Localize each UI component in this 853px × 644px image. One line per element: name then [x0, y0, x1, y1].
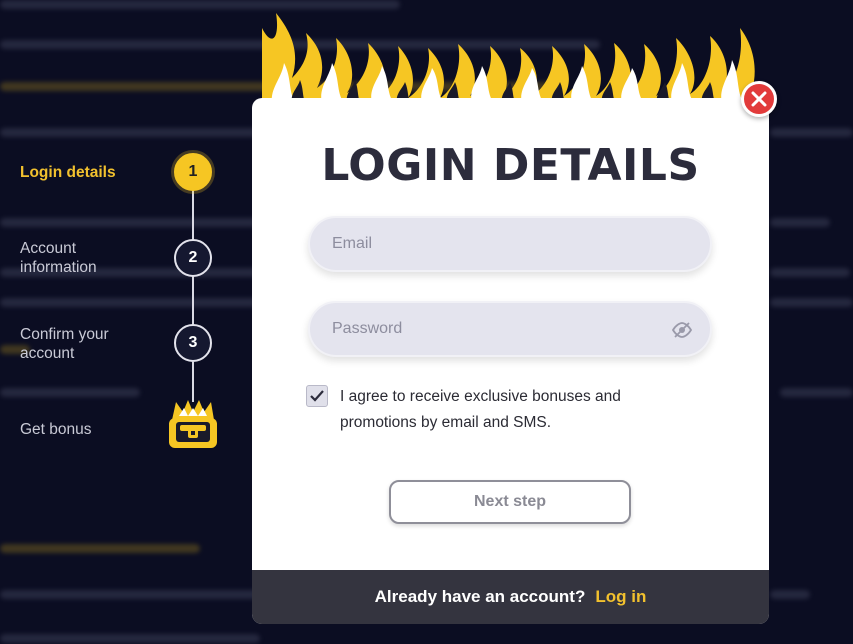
step-number-2: 2	[174, 239, 212, 277]
next-step-button[interactable]: Next step	[389, 480, 631, 524]
eye-slash-icon[interactable]	[672, 321, 692, 339]
login-link[interactable]: Log in	[595, 587, 646, 607]
stepper-line	[192, 276, 194, 326]
password-field-wrapper	[308, 301, 712, 357]
step-number-1: 1	[174, 153, 212, 191]
consent-label: I agree to receive exclusive bonuses and…	[340, 388, 621, 431]
modal-title: LOGIN DETAILS	[321, 140, 700, 191]
consent-checkbox[interactable]	[306, 385, 328, 407]
login-modal: LOGIN DETAILS I agree to receive exclusi…	[252, 98, 769, 624]
step-number-3: 3	[174, 324, 212, 362]
close-icon	[751, 91, 767, 107]
step-label-login-details: Login details	[20, 164, 116, 181]
footer-question: Already have an account?	[374, 587, 586, 606]
modal-footer: Already have an account? Log in	[252, 570, 769, 624]
stepper-line	[192, 190, 194, 240]
email-input[interactable]	[310, 218, 710, 270]
flames-decoration	[262, 13, 755, 103]
close-button[interactable]	[741, 81, 777, 117]
registration-stepper: Login details 1 Account information 2 Co…	[0, 0, 260, 644]
checkmark-icon	[310, 390, 324, 402]
step-label-account-information: Account information	[20, 240, 97, 276]
step-label-get-bonus: Get bonus	[20, 421, 92, 438]
stepper-line	[192, 362, 194, 402]
email-field-wrapper	[308, 216, 712, 272]
treasure-chest-icon	[169, 400, 217, 448]
password-input[interactable]	[310, 303, 710, 355]
step-label-confirm-account: Confirm your account	[20, 326, 109, 362]
